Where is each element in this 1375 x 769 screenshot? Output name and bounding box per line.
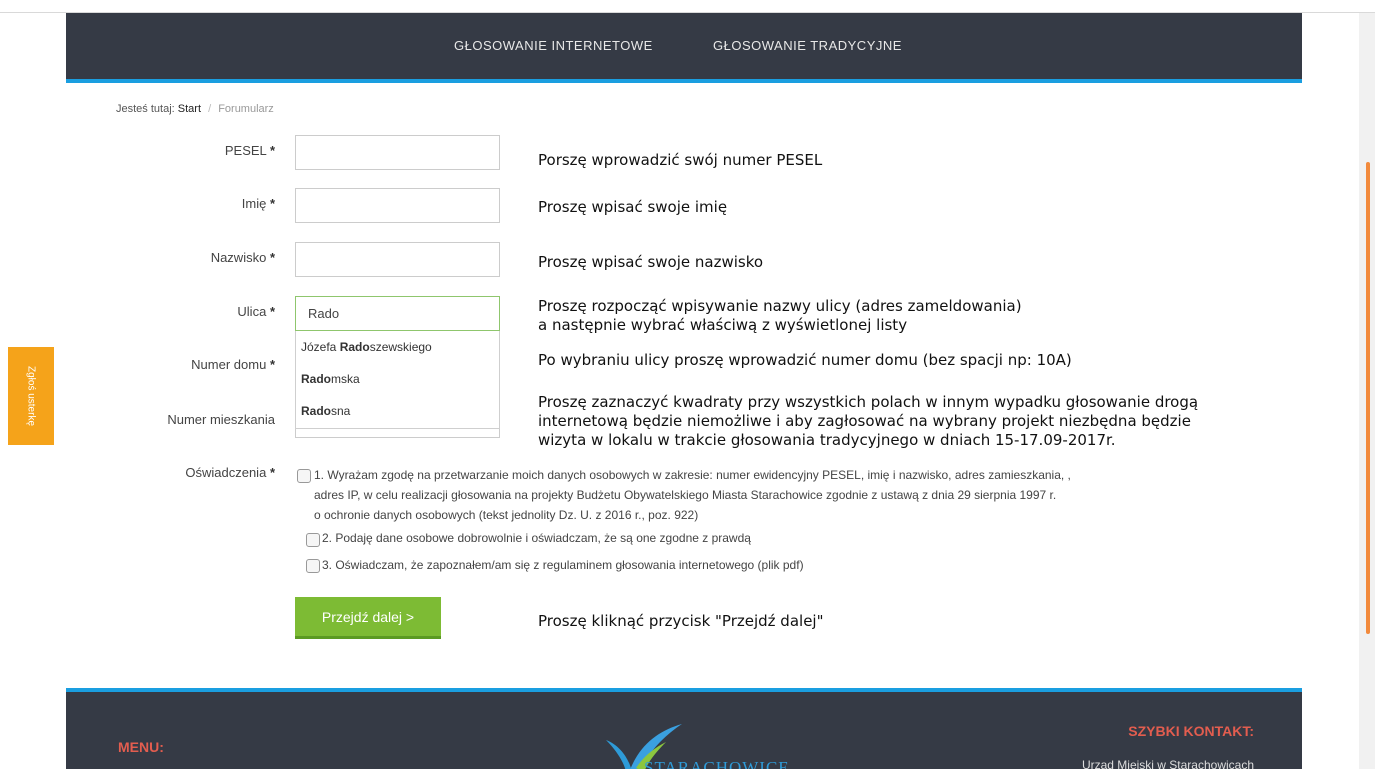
ulica-input[interactable]	[295, 296, 500, 331]
declaration-1-checkbox[interactable]	[297, 469, 311, 483]
ulica-label-text: Ulica	[237, 304, 267, 319]
autocomplete-option[interactable]: Radomska	[296, 363, 499, 395]
breadcrumb-home-link[interactable]: Start	[178, 103, 201, 115]
submit-hint: Proszę kliknąć przycisk "Przejdź dalej"	[538, 612, 824, 630]
oswiadczenia-label-text: Oświadczenia	[185, 465, 267, 480]
ulica-label: Ulica *	[237, 304, 275, 319]
pesel-input[interactable]	[295, 135, 500, 170]
declaration-3-checkbox[interactable]	[306, 559, 320, 573]
declaration-2-checkbox[interactable]	[306, 533, 320, 547]
report-issue-label: Zgłoś usterkę	[25, 365, 37, 427]
option-match: Rado	[301, 404, 331, 418]
scrollbar-thumb[interactable]	[1366, 162, 1370, 634]
autocomplete-option[interactable]: Radosna	[296, 395, 499, 427]
checkbox-hint-line-1: Proszę zaznaczyć kwadraty przy wszystkic…	[538, 393, 1199, 411]
imie-input[interactable]	[295, 188, 500, 223]
numer-mieszkania-label-text: Numer mieszkania	[167, 412, 275, 427]
declaration-1-line: o ochronie danych osobowych (tekst jedno…	[314, 508, 699, 522]
ulica-hint-line-2: a następnie wybrać właściwą z wyświetlon…	[538, 316, 908, 334]
declaration-1-text: 1. Wyrażam zgodę na przetwarzanie moich …	[314, 465, 1071, 525]
footer-office-name: Urząd Miejski w Starachowicach	[1081, 758, 1254, 769]
report-issue-tab[interactable]: Zgłoś usterkę	[8, 347, 54, 445]
imie-hint: Proszę wpisać swoje imię	[538, 198, 728, 216]
logo-text: STARACHOWICE	[644, 758, 790, 769]
required-mark: *	[269, 357, 275, 372]
imie-label: Imię *	[242, 196, 275, 211]
ulica-hint-line-1: Proszę rozpocząć wpisywanie nazwy ulicy …	[538, 297, 1022, 315]
checkbox-hint-line-2: internetową będzie niemożliwe i aby zagł…	[538, 412, 1191, 430]
breadcrumb-current: Forumularz	[218, 103, 274, 115]
declaration-3-text: 3. Oświadczam, że zapoznałem/am się z re…	[322, 558, 804, 572]
breadcrumb-separator: /	[208, 103, 212, 115]
footer-menu-heading: MENU:	[118, 739, 164, 755]
footer: MENU: STARACHOWICE SZYBKI KONTAKT: Urząd…	[66, 692, 1302, 769]
breadcrumb-prefix: Jesteś tutaj:	[116, 103, 175, 115]
declaration-2-text: 2. Podaję dane osobowe dobrowolnie i ośw…	[322, 531, 751, 545]
checkbox-hint-line-3: wizyta w lokalu w trakcie głosowania tra…	[538, 431, 1116, 449]
oswiadczenia-label: Oświadczenia *	[185, 465, 275, 480]
starachowice-logo[interactable]: STARACHOWICE	[600, 722, 800, 769]
autocomplete-option[interactable]: Józefa Radoszewskiego	[296, 331, 499, 363]
nav-traditional-voting[interactable]: GŁOSOWANIE TRADYCYJNE	[713, 38, 902, 53]
option-suffix: sna	[331, 404, 351, 418]
nazwisko-input[interactable]	[295, 242, 500, 277]
numer-domu-hint: Po wybraniu ulicy proszę wprowadzić nume…	[538, 351, 1072, 369]
option-match: Rado	[301, 372, 331, 386]
checkbox-hint: Proszę zaznaczyć kwadraty przy wszystkic…	[538, 393, 1198, 450]
submit-button[interactable]: Przejdź dalej >	[295, 597, 441, 639]
declaration-1-line: adres IP, w celu realizacji głosowania n…	[314, 488, 1057, 502]
imie-label-text: Imię	[241, 196, 267, 211]
required-mark: *	[269, 196, 275, 211]
street-autocomplete-list: Józefa Radoszewskiego Radomska Radosna	[295, 331, 500, 429]
nazwisko-label-text: Nazwisko	[210, 250, 267, 265]
breadcrumb: Jesteś tutaj: Start / Forumularz	[116, 103, 274, 115]
nazwisko-label: Nazwisko *	[211, 250, 275, 265]
numer-domu-label-text: Numer domu	[191, 357, 267, 372]
main-navbar: GŁOSOWANIE INTERNETOWE GŁOSOWANIE TRADYC…	[66, 13, 1302, 79]
required-mark: *	[269, 304, 275, 319]
required-mark: *	[269, 143, 275, 158]
declaration-1-line: 1. Wyrażam zgodę na przetwarzanie moich …	[314, 468, 1071, 482]
option-suffix: szewskiego	[369, 340, 432, 354]
required-mark: *	[269, 250, 275, 265]
quick-contact-heading: SZYBKI KONTAKT:	[1128, 723, 1254, 739]
nazwisko-hint: Proszę wpisać swoje nazwisko	[538, 253, 764, 271]
required-mark: *	[269, 465, 275, 480]
pesel-hint: Porszę wprowadzić swój numer PESEL	[538, 151, 823, 169]
pesel-label: PESEL *	[225, 143, 275, 158]
option-prefix: Józefa	[301, 340, 340, 354]
pesel-label-text: PESEL	[224, 143, 267, 158]
nav-internet-voting[interactable]: GŁOSOWANIE INTERNETOWE	[454, 38, 653, 53]
numer-domu-label: Numer domu *	[191, 357, 275, 372]
option-match: Rado	[339, 340, 370, 354]
numer-mieszkania-label: Numer mieszkania	[167, 412, 275, 427]
option-suffix: mska	[331, 372, 360, 386]
ulica-hint: Proszę rozpocząć wpisywanie nazwy ulicy …	[538, 297, 1022, 335]
navbar-accent-line	[66, 79, 1302, 83]
